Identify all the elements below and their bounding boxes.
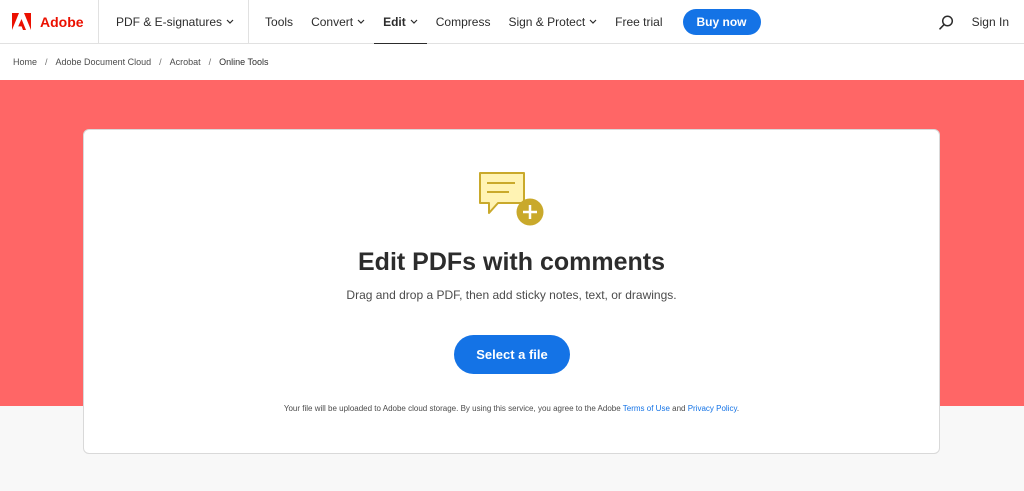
nav-label: Sign & Protect (508, 14, 586, 29)
comment-add-icon (479, 172, 544, 226)
breadcrumb-separator: / (208, 57, 212, 67)
nav-compress[interactable]: Compress (427, 0, 500, 44)
nav-label: Edit (383, 14, 406, 29)
breadcrumb-online-tools: Online Tools (219, 57, 269, 67)
search-icon[interactable] (938, 14, 954, 30)
card-subtitle: Drag and drop a PDF, then add sticky not… (346, 288, 677, 302)
breadcrumb-acrobat[interactable]: Acrobat (170, 57, 201, 67)
chevron-down-icon (410, 19, 418, 24)
top-nav: Adobe PDF & E-signatures Tools Convert E… (0, 0, 1024, 45)
select-file-button[interactable]: Select a file (454, 335, 570, 374)
breadcrumb-separator: / (45, 57, 48, 67)
legal-notice: Your file will be uploaded to Adobe clou… (84, 404, 939, 413)
legal-text: and (669, 404, 688, 413)
breadcrumb-document-cloud[interactable]: Adobe Document Cloud (56, 57, 152, 67)
legal-text: . (736, 404, 740, 413)
breadcrumb-separator: / (159, 57, 162, 67)
chevron-down-icon (226, 19, 234, 24)
nav-convert[interactable]: Convert (302, 0, 374, 44)
nav-free-trial[interactable]: Free trial (606, 0, 671, 44)
card-title: Edit PDFs with comments (358, 248, 665, 276)
adobe-brand-link[interactable]: Adobe (0, 0, 99, 44)
nav-label: Convert (311, 14, 354, 29)
nav-sign-protect[interactable]: Sign & Protect (499, 0, 606, 44)
terms-of-use-link[interactable]: Terms of Use (623, 404, 670, 413)
chevron-down-icon (589, 19, 597, 24)
legal-text: Your file will be uploaded to Adobe clou… (283, 404, 623, 413)
nav-label: PDF & E-signatures (116, 14, 223, 29)
nav-pdf-esignatures[interactable]: PDF & E-signatures (99, 0, 250, 44)
upload-card[interactable]: Edit PDFs with comments Drag and drop a … (83, 129, 940, 454)
buy-now-button[interactable]: Buy now (682, 8, 761, 35)
nav-label: Compress (435, 14, 491, 29)
nav-label: Tools (265, 14, 294, 29)
breadcrumb-home[interactable]: Home (13, 57, 37, 67)
sign-in-link[interactable]: Sign In (972, 15, 1009, 29)
nav-tools[interactable]: Tools (256, 0, 302, 44)
adobe-logo-icon (12, 13, 31, 30)
privacy-policy-link[interactable]: Privacy Policy (688, 404, 737, 413)
breadcrumb: Home / Adobe Document Cloud / Acrobat / … (0, 44, 1024, 80)
nav-edit[interactable]: Edit (374, 0, 427, 45)
chevron-down-icon (357, 19, 365, 24)
brand-name: Adobe (40, 13, 84, 30)
nav-label: Free trial (615, 14, 663, 29)
